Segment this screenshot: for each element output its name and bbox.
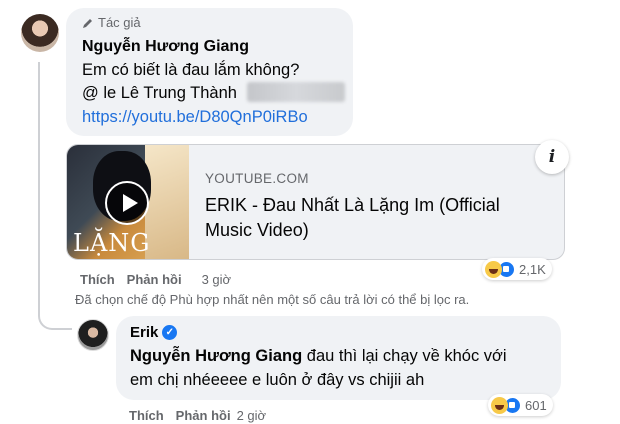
comment-mention[interactable]: @ le Lê Trung Thành [82, 81, 237, 106]
comment-text: Em có biết là đau lắm không? [82, 61, 300, 79]
reaction-count[interactable]: 601 [488, 394, 553, 416]
avatar[interactable] [21, 14, 59, 52]
reply-text-line1: Nguyễn Hương Giang đau thì lại chạy về k… [130, 347, 507, 365]
link-preview-card[interactable]: LẶNG IM YOUTUBE.COM ERIK - Đau Nhất Là L… [66, 144, 565, 260]
comment-actions: Thích Phản hồi 3 giờ [80, 272, 231, 287]
reply-text-line2: em chị nhéeeee e luôn ở đây vs chijii ah [130, 371, 425, 389]
reaction-count-label: 601 [525, 397, 547, 413]
youtube-link[interactable]: https://youtu.be/D80QnP0iRBo [82, 108, 308, 127]
thumbnail-text: LẶNG IM [73, 229, 151, 259]
reply-button[interactable]: Phản hồi [127, 272, 182, 287]
author-badge-label: Tác giả [98, 15, 141, 30]
avatar[interactable] [77, 319, 109, 351]
reaction-count[interactable]: 2,1K [482, 258, 552, 280]
play-icon[interactable] [105, 181, 149, 225]
pen-icon [83, 18, 92, 28]
reaction-count-label: 2,1K [519, 261, 546, 277]
thread-connector [38, 280, 72, 330]
like-button[interactable]: Thích [129, 408, 164, 423]
like-button[interactable]: Thích [80, 272, 115, 287]
reply-author[interactable]: Erik ✓ [130, 324, 178, 341]
video-thumbnail[interactable]: LẶNG IM [67, 145, 189, 259]
card-domain: YOUTUBE.COM [205, 171, 309, 186]
haha-icon [491, 396, 508, 414]
card-title[interactable]: ERIK - Đau Nhất Là Lặng Im (Official Mus… [205, 193, 545, 243]
timestamp[interactable]: 3 giờ [202, 272, 232, 287]
timestamp[interactable]: 2 giờ [237, 408, 267, 423]
info-icon[interactable]: i [535, 140, 569, 174]
reply-button[interactable]: Phản hồi [176, 408, 231, 423]
blurred-name [247, 82, 345, 102]
reply-actions: Thích Phản hồi 2 giờ [129, 408, 266, 423]
haha-icon [485, 260, 502, 278]
verified-icon: ✓ [162, 325, 178, 340]
author-badge: Tác giả [82, 15, 141, 30]
thread-line [38, 62, 40, 288]
filter-notice: Đã chọn chế độ Phù hợp nhất nên một số c… [75, 292, 470, 307]
reply-mention[interactable]: Nguyễn Hương Giang [130, 347, 302, 365]
comment-author[interactable]: Nguyễn Hương Giang [82, 38, 249, 56]
